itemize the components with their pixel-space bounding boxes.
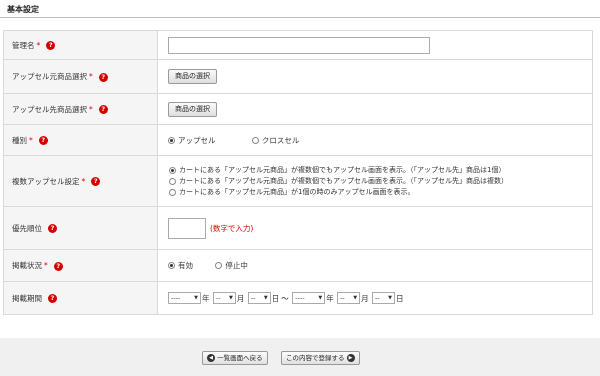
radio-button[interactable]	[169, 166, 176, 174]
label-cell: 掲載状況 *?	[3, 249, 158, 282]
row-multi-upsell: 複数アップセル設定 *? カートにある「アップセル元商品」が複数個でもアップセル画…	[3, 155, 593, 207]
basic-settings-form: 管理名 *? アップセル元商品選択 *? 商品の選択 アップセル先商品選択 *? 商品…	[3, 30, 593, 315]
end-year-select[interactable]: ---- ▼	[292, 292, 326, 304]
value-cell: ---- ▼ 年 -- ▼ 月 -- ▼ 日～ ---- ▼ 年 -- ▼ 月 -- ▼ 日	[157, 281, 593, 315]
help-icon[interactable]: ?	[46, 41, 56, 50]
status-option-active[interactable]: 有効	[168, 261, 193, 270]
row-upsell-source: アップセル元商品選択 *? 商品の選択	[3, 59, 593, 94]
section-title: 基本設定	[7, 5, 39, 14]
dropdown-arrow-icon: ▼	[318, 295, 323, 301]
required-mark: *	[89, 72, 93, 81]
radio-button[interactable]	[251, 136, 259, 144]
row-status: 掲載状況 *? 有効 停止中	[3, 249, 593, 282]
help-icon[interactable]: ?	[91, 177, 101, 186]
value-cell	[157, 30, 593, 60]
start-year-select[interactable]: ---- ▼	[168, 292, 201, 304]
multi-option-2[interactable]: カートにある「アップセル元商品」が複数個でもアップセル画面を表示。（「アップセル…	[169, 176, 592, 187]
value-cell: (数字で入力)	[157, 206, 593, 250]
required-mark: *	[89, 104, 93, 114]
priority-hint: (数字で入力)	[210, 223, 254, 233]
radio-button[interactable]	[168, 136, 175, 144]
label-cell: 複数アップセル設定 *?	[3, 155, 158, 207]
dropdown-arrow-icon: ▼	[229, 295, 233, 301]
label-cell: アップセル先商品選択 *?	[3, 93, 158, 125]
end-month-select[interactable]: -- ▼	[337, 292, 361, 304]
select-source-product-button[interactable]: 商品の選択	[168, 69, 217, 84]
chevron-left-icon: ◀	[207, 354, 215, 362]
radio-button[interactable]	[169, 188, 176, 196]
help-icon[interactable]: ?	[53, 261, 63, 271]
multi-option-3[interactable]: カートにある「アップセル元商品」が1個の時のみアップセル画面を表示。	[169, 187, 592, 198]
type-option-crosssell[interactable]: クロスセル	[251, 135, 299, 145]
radio-button[interactable]	[215, 262, 223, 269]
type-option-upsell[interactable]: アップセル	[168, 135, 216, 145]
footer-bar: ◀ 一覧画面へ戻る この内容で登録する ▶	[0, 338, 600, 376]
required-mark: *	[44, 261, 48, 270]
end-day-select[interactable]: -- ▼	[371, 292, 395, 304]
label-cell: 管理名 *?	[3, 30, 158, 60]
field-label: 掲載状況	[12, 261, 42, 270]
label-cell: 種別 *?	[3, 124, 158, 156]
field-label: 種別	[12, 135, 27, 145]
dropdown-arrow-icon: ▼	[388, 295, 392, 301]
multi-option-1[interactable]: カートにある「アップセル元商品」が複数個でもアップセル画面を表示。（「アップセル…	[169, 165, 592, 176]
help-icon[interactable]: ?	[38, 136, 48, 145]
row-upsell-target: アップセル先商品選択 *? 商品の選択	[3, 93, 593, 125]
row-priority: 優先順位? (数字で入力)	[3, 206, 593, 250]
register-button[interactable]: この内容で登録する ▶	[281, 351, 360, 365]
help-icon[interactable]: ?	[48, 294, 57, 303]
field-label: 複数アップセル設定	[12, 176, 80, 186]
field-label: 掲載期間	[12, 293, 42, 303]
select-target-product-button[interactable]: 商品の選択	[168, 101, 217, 117]
dropdown-arrow-icon: ▼	[263, 295, 268, 301]
dropdown-arrow-icon: ▼	[194, 295, 198, 301]
title-divider	[0, 17, 600, 18]
help-icon[interactable]: ?	[48, 224, 57, 233]
field-label: アップセル先商品選択	[12, 104, 87, 114]
value-cell: 有効 停止中	[157, 249, 593, 282]
help-icon[interactable]: ?	[98, 105, 108, 114]
value-cell: カートにある「アップセル元商品」が複数個でもアップセル画面を表示。（「アップセル…	[157, 155, 593, 207]
status-option-stopped[interactable]: 停止中	[215, 261, 248, 270]
field-label: アップセル元商品選択	[12, 72, 87, 81]
field-label: 優先順位	[12, 223, 42, 233]
dropdown-arrow-icon: ▼	[353, 295, 358, 301]
help-icon[interactable]: ?	[98, 72, 108, 82]
chevron-right-icon: ▶	[346, 354, 355, 362]
priority-input[interactable]	[168, 217, 206, 239]
field-label: 管理名	[12, 40, 35, 50]
row-name: 管理名 *?	[3, 30, 593, 60]
label-cell: 掲載期間?	[3, 281, 158, 315]
row-type: 種別 *? アップセル クロスセル	[3, 124, 593, 156]
row-period: 掲載期間? ---- ▼ 年 -- ▼ 月 -- ▼ 日～ ---- ▼ 年 -- ▼ 月 -- ▼ 日	[3, 281, 593, 315]
required-mark: *	[29, 135, 33, 145]
value-cell: 商品の選択	[157, 59, 593, 94]
name-input[interactable]	[168, 36, 430, 54]
value-cell: 商品の選択	[157, 93, 593, 125]
value-cell: アップセル クロスセル	[157, 124, 593, 156]
back-to-list-button[interactable]: ◀ 一覧画面へ戻る	[202, 351, 268, 365]
radio-button[interactable]	[169, 177, 176, 185]
start-day-select[interactable]: -- ▼	[247, 292, 271, 304]
label-cell: アップセル元商品選択 *?	[3, 59, 158, 94]
required-mark: *	[81, 176, 86, 186]
required-mark: *	[36, 40, 41, 50]
label-cell: 優先順位?	[3, 206, 158, 250]
start-month-select[interactable]: -- ▼	[212, 292, 236, 304]
radio-button[interactable]	[168, 262, 175, 269]
